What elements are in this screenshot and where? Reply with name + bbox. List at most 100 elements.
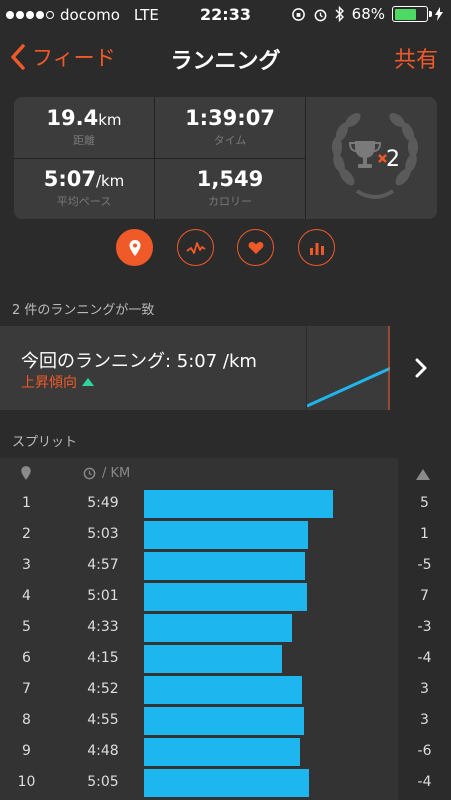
split-pace: 4:48 <box>87 743 119 759</box>
pace-label: 平均ペース <box>56 195 112 208</box>
status-bar: docomo LTE 22:33 68% <box>0 0 451 30</box>
nav-bar: フィード ランニング 共有 <box>0 30 451 86</box>
comparison-title: 今回のランニング: 5:07 /km <box>21 351 257 372</box>
split-number: 7 <box>22 681 31 697</box>
split-pace: 4:52 <box>87 681 119 697</box>
distance-label: 距離 <box>73 134 95 147</box>
chevron-right-icon <box>415 358 426 378</box>
split-elevation: -4 <box>417 774 432 790</box>
distance-stat: 19.4km 距離 <box>14 106 154 148</box>
pace-chart-icon <box>185 241 205 254</box>
split-number: 3 <box>22 557 31 573</box>
charging-icon <box>435 7 443 21</box>
share-button[interactable]: 共有 <box>394 42 438 74</box>
heart-rate-icon <box>248 241 263 254</box>
time-label: タイム <box>213 134 247 147</box>
split-row: 6 4:15 -4 <box>0 643 451 674</box>
split-pace-bar <box>144 521 309 549</box>
split-pace-bar <box>144 738 300 766</box>
split-number: 5 <box>22 619 31 635</box>
trend-up-icon <box>82 378 94 386</box>
split-elevation: -3 <box>417 619 432 635</box>
map-pin-icon <box>129 239 140 256</box>
battery-percent: 68% <box>351 5 385 23</box>
split-pace: 4:57 <box>87 557 119 573</box>
tab-map[interactable] <box>116 229 153 266</box>
time-stat: 1:39:07 タイム <box>155 106 305 148</box>
tab-pace[interactable] <box>177 229 214 266</box>
battery-icon <box>392 6 432 22</box>
divider <box>14 158 305 159</box>
laurel-wreath-icon <box>332 113 418 199</box>
trophy-count: 2 <box>386 147 400 172</box>
trend-graph-svg <box>306 326 392 410</box>
split-row: 5 4:33 -3 <box>0 612 451 643</box>
split-elevation: 3 <box>420 681 429 697</box>
split-row: 8 4:55 3 <box>0 705 451 736</box>
stats-card: 19.4km 距離 1:39:07 タイム 5:07/km 平均ペース 1,54… <box>14 97 437 219</box>
calories-value: 1,549 <box>196 167 264 191</box>
split-row: 10 5:05 -4 <box>0 767 451 798</box>
split-pace: 5:05 <box>87 774 119 790</box>
comparison-detail-button[interactable] <box>390 326 451 410</box>
split-number: 10 <box>17 774 36 790</box>
calories-stat: 1,549 カロリー <box>155 167 305 209</box>
time-value: 1:39:07 <box>185 106 275 130</box>
split-pace-bar <box>144 676 303 704</box>
split-pace-bar <box>144 645 283 673</box>
split-row: 3 4:57 -5 <box>0 550 451 581</box>
split-row: 1 5:49 5 <box>0 488 451 519</box>
split-row: 2 5:03 1 <box>0 519 451 550</box>
split-number: 6 <box>22 650 31 666</box>
split-pace-bar <box>144 552 305 580</box>
split-pace: 4:33 <box>87 619 119 635</box>
split-row: 9 4:48 -6 <box>0 736 451 767</box>
tab-splits[interactable] <box>298 229 335 266</box>
clock-icon <box>83 467 96 480</box>
bluetooth-icon <box>335 6 344 22</box>
pace-stat: 5:07/km 平均ペース <box>14 167 154 209</box>
splits-section-title: スプリット <box>12 435 78 450</box>
trend-indicator: 上昇傾向 <box>21 372 94 392</box>
view-tabs <box>0 229 451 269</box>
trend-graph <box>306 326 392 410</box>
location-pin-icon <box>21 466 31 480</box>
split-pace-bar <box>144 707 304 735</box>
split-pace-bar <box>144 490 333 518</box>
split-elevation: -6 <box>417 743 432 759</box>
trend-label: 上昇傾向 <box>21 375 77 391</box>
split-elevation: -5 <box>417 557 432 573</box>
pace-unit: /km <box>95 172 125 190</box>
split-number: 2 <box>22 526 31 542</box>
split-pace-bar <box>144 614 292 642</box>
split-pace-bar <box>144 583 307 611</box>
split-pace: 4:55 <box>87 712 119 728</box>
divider <box>305 97 306 219</box>
tab-heart-rate[interactable] <box>237 229 274 266</box>
splits-table: / KM 1 5:49 5 2 5:03 1 3 4:57 -5 4 5:01 7 5 4:33 -3 6 4:… <box>0 458 451 800</box>
split-number: 1 <box>22 495 31 511</box>
split-elevation: 5 <box>420 495 429 511</box>
distance-unit: km <box>98 111 122 129</box>
status-right: 68% <box>291 5 443 23</box>
run-comparison-row[interactable]: 今回のランニング: 5:07 /km 上昇傾向 <box>0 326 451 410</box>
split-pace: 5:01 <box>87 588 119 604</box>
split-row: 7 4:52 3 <box>0 674 451 705</box>
split-elevation: 7 <box>420 588 429 604</box>
calories-label: カロリー <box>208 195 252 208</box>
bar-chart-icon <box>309 242 324 255</box>
pace-column-header: / KM <box>83 466 130 481</box>
split-pace: 5:49 <box>87 495 119 511</box>
page-title: ランニング <box>170 49 281 74</box>
splits-header: / KM <box>0 458 451 488</box>
split-pace: 4:15 <box>87 650 119 666</box>
split-pace: 5:03 <box>87 526 119 542</box>
trophy-badge[interactable]: 2 <box>319 107 431 207</box>
rotation-lock-icon <box>291 7 305 21</box>
split-elevation: -4 <box>417 650 432 666</box>
split-elevation: 3 <box>420 712 429 728</box>
split-number: 4 <box>22 588 31 604</box>
split-number: 9 <box>22 743 31 759</box>
elevation-icon <box>416 469 430 480</box>
split-row: 4 5:01 7 <box>0 581 451 612</box>
